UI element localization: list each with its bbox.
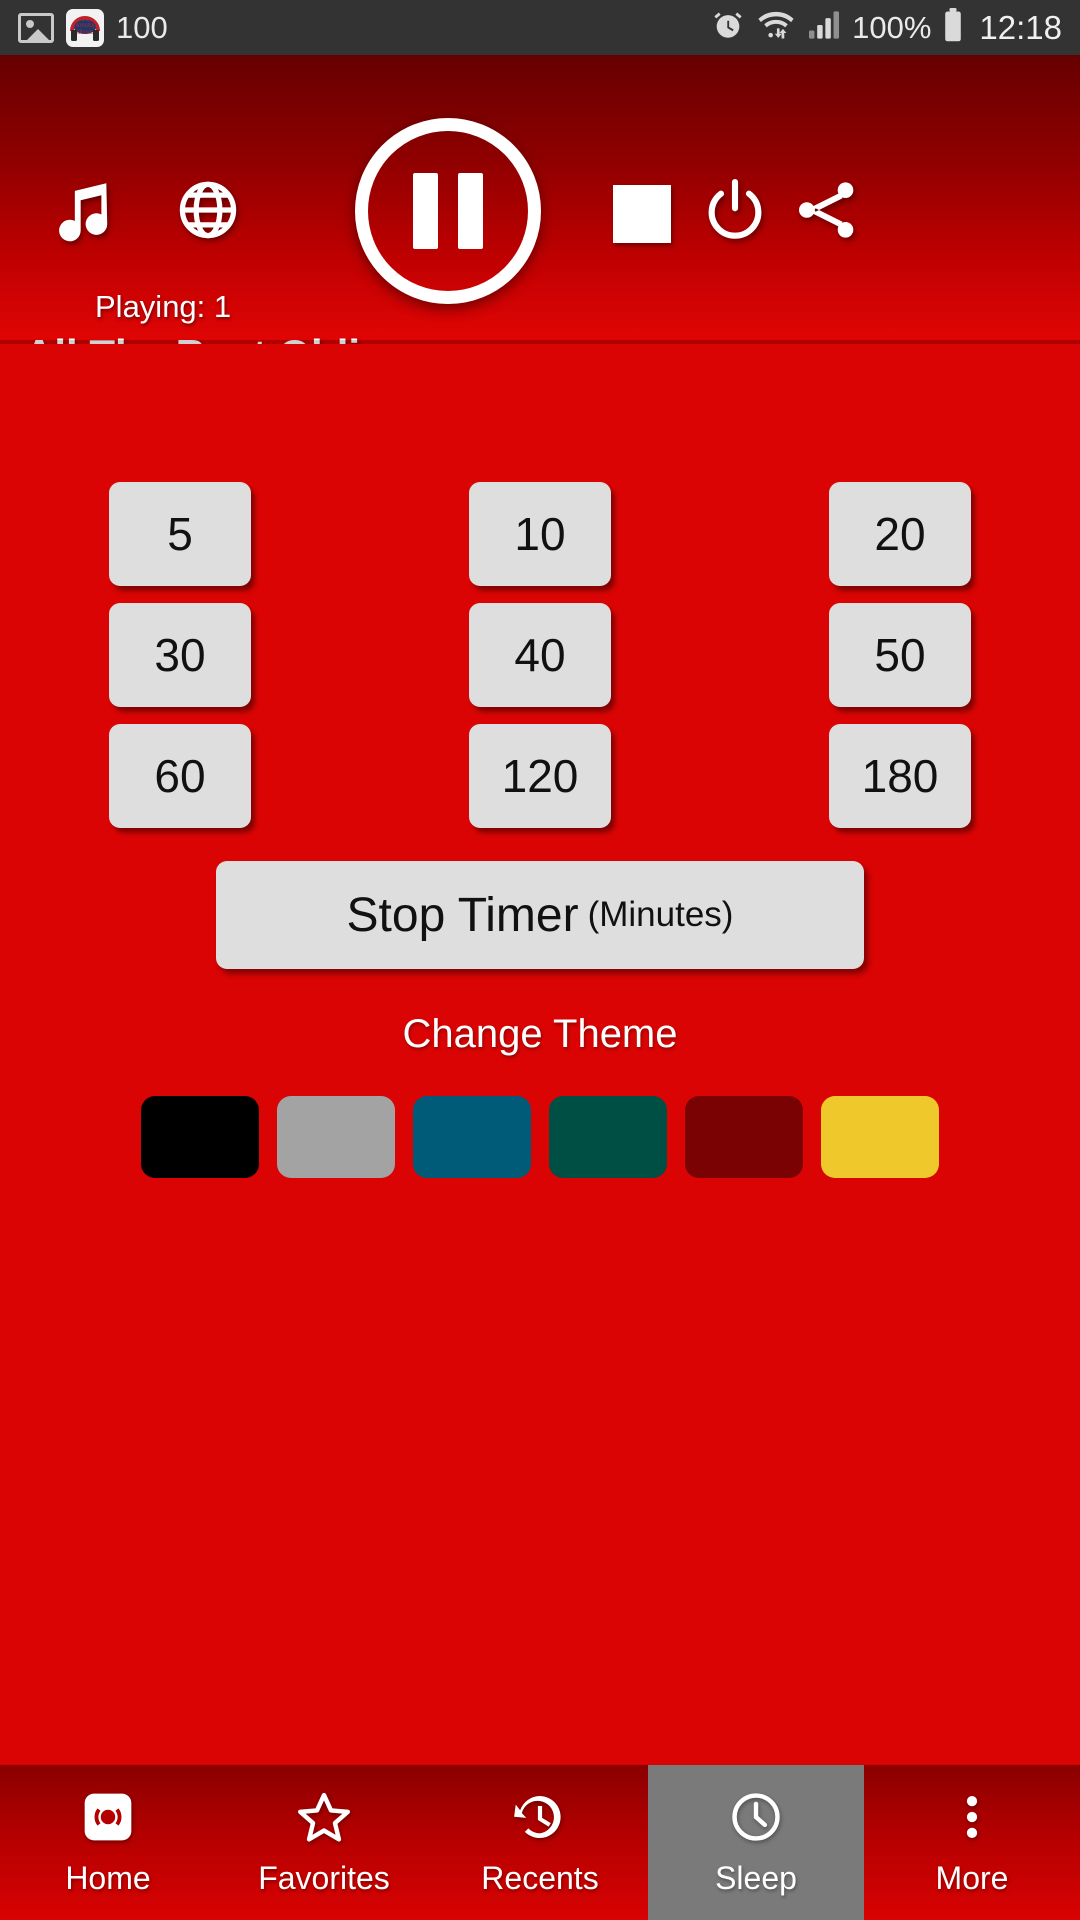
svg-text:Nonstop: Nonstop	[74, 23, 97, 29]
app-notification-icon: Nonstop Music	[66, 8, 104, 47]
timer-cell: 40	[360, 603, 720, 707]
timer-cell: 50	[720, 603, 1080, 707]
timer-cell: 20	[720, 482, 1080, 586]
nav-label-favorites: Favorites	[258, 1859, 390, 1896]
more-vert-icon	[944, 1789, 1000, 1845]
nav-label-more: More	[935, 1859, 1009, 1896]
timer-button-60[interactable]: 60	[109, 724, 251, 828]
wifi-icon	[756, 8, 796, 47]
image-icon	[18, 12, 54, 43]
stop-timer-unit: (Minutes)	[587, 895, 734, 934]
clock-time: 12:18	[979, 8, 1062, 46]
player-header: Playing: 1	[0, 55, 1080, 340]
timer-cell: 10	[360, 482, 720, 586]
timer-button-50[interactable]: 50	[829, 603, 971, 707]
signal-icon	[807, 10, 841, 45]
nav-item-home[interactable]: Home	[0, 1765, 216, 1920]
status-bar-left: Nonstop Music 100	[18, 8, 168, 47]
history-icon	[512, 1789, 568, 1845]
nav-item-sleep[interactable]: Sleep	[648, 1765, 864, 1920]
timer-button-120[interactable]: 120	[469, 724, 611, 828]
globe-icon[interactable]	[175, 177, 241, 243]
theme-swatch-black[interactable]	[141, 1096, 259, 1178]
timer-cell: 60	[0, 724, 360, 828]
timer-button-20[interactable]: 20	[829, 482, 971, 586]
nav-item-recents[interactable]: Recents	[432, 1765, 648, 1920]
change-theme-label: Change Theme	[402, 1012, 678, 1056]
timer-button-180[interactable]: 180	[829, 724, 971, 828]
timer-grid: 5 10 20 30 40 50 60 120 180	[0, 482, 1080, 845]
theme-swatch-gray[interactable]	[277, 1096, 395, 1178]
nav-item-more[interactable]: More	[864, 1765, 1080, 1920]
music-note-icon[interactable]	[48, 175, 118, 247]
clock-icon	[728, 1789, 784, 1845]
share-icon[interactable]	[790, 173, 862, 247]
status-bar-right: 100% 12:18	[711, 8, 1062, 47]
theme-swatch-maroon[interactable]	[685, 1096, 803, 1178]
theme-swatch-green[interactable]	[549, 1096, 667, 1178]
alarm-icon	[711, 8, 745, 47]
nav-label-recents: Recents	[481, 1859, 599, 1896]
stop-timer-label: Stop Timer	[346, 888, 579, 942]
pause-bar-right	[458, 173, 483, 249]
battery-percent: 100%	[852, 9, 932, 45]
timer-cell: 120	[360, 724, 720, 828]
timer-button-10[interactable]: 10	[469, 482, 611, 586]
timer-cell: 5	[0, 482, 360, 586]
timer-cell: 30	[0, 603, 360, 707]
timer-button-40[interactable]: 40	[469, 603, 611, 707]
nav-label-sleep: Sleep	[715, 1859, 797, 1896]
notification-count: 100	[116, 9, 168, 45]
pause-bar-left	[413, 173, 438, 249]
svg-text:Music: Music	[77, 30, 93, 36]
bottom-navigation: Home Favorites Recents Sleep More	[0, 1765, 1080, 1920]
playing-count-label: Playing: 1	[95, 289, 232, 324]
stop-timer-container: Stop Timer (Minutes)	[0, 861, 1080, 969]
battery-icon	[942, 8, 964, 47]
theme-swatch-blue[interactable]	[413, 1096, 531, 1178]
timer-cell: 180	[720, 724, 1080, 828]
sleep-timer-panel: 5 10 20 30 40 50 60 120 180 Stop Timer (…	[0, 344, 1080, 1764]
power-icon[interactable]	[700, 173, 770, 247]
theme-swatch-yellow[interactable]	[821, 1096, 939, 1178]
timer-button-5[interactable]: 5	[109, 482, 251, 586]
nav-label-home: Home	[65, 1859, 151, 1896]
timer-button-30[interactable]: 30	[109, 603, 251, 707]
pause-button[interactable]	[355, 118, 541, 304]
nav-item-favorites[interactable]: Favorites	[216, 1765, 432, 1920]
stop-timer-button[interactable]: Stop Timer (Minutes)	[216, 861, 864, 969]
star-icon	[296, 1789, 352, 1845]
stop-icon[interactable]	[613, 185, 671, 243]
status-bar: Nonstop Music 100 100% 12:18	[0, 0, 1080, 55]
radio-icon	[80, 1789, 136, 1845]
theme-swatch-row	[0, 1096, 1080, 1178]
